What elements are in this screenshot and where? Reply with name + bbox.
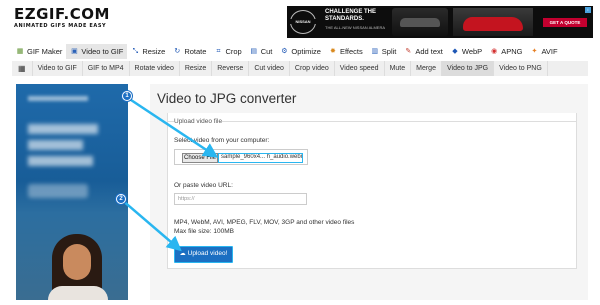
logo-text: EZGIF.COM xyxy=(14,5,110,23)
nav-label: Crop xyxy=(225,47,242,56)
avif-icon: ✦ xyxy=(531,47,538,55)
upload-cloud-icon: ☁ xyxy=(179,251,186,257)
side-ad-text-blurred xyxy=(28,96,88,101)
resize-icon: ⤡ xyxy=(132,47,139,55)
tab-resize[interactable]: Resize xyxy=(180,61,213,76)
nav-add-text[interactable]: ✎ Add text xyxy=(400,44,447,59)
gif-maker-icon: ▦ xyxy=(16,47,24,55)
page-title: Video to JPG converter xyxy=(157,91,297,106)
tab-reverse[interactable]: Reverse xyxy=(212,61,250,76)
side-ad-button-blurred xyxy=(28,184,88,198)
nav-avif[interactable]: ✦ AVIF xyxy=(526,44,561,59)
tab-cut-video[interactable]: Cut video xyxy=(249,61,290,76)
tab-merge[interactable]: Merge xyxy=(411,61,442,76)
upload-legend: Upload video file xyxy=(174,118,223,125)
ad-get-quote-button[interactable]: GET A QUOTE xyxy=(543,18,587,27)
ad-car-image xyxy=(453,8,533,36)
side-ad-heading-blurred xyxy=(28,140,83,150)
tab-mute[interactable]: Mute xyxy=(385,61,412,76)
cut-icon: ▤ xyxy=(250,47,258,55)
tab-video-speed[interactable]: Video speed xyxy=(335,61,385,76)
nav-label: Rotate xyxy=(184,47,207,56)
side-ad[interactable] xyxy=(16,84,128,300)
webp-icon: ◆ xyxy=(452,47,458,55)
tab-video-to-gif[interactable]: Video to GIF xyxy=(33,61,83,76)
ad-brand-label: NISSAN xyxy=(290,19,316,24)
nav-label: Cut xyxy=(260,47,273,56)
nav-split[interactable]: ▥ Split xyxy=(367,44,401,59)
nav-effects[interactable]: ✸ Effects xyxy=(325,44,367,59)
nav-label: APNG xyxy=(501,47,523,56)
effects-icon: ✸ xyxy=(330,47,336,55)
nav-rotate[interactable]: ↻ Rotate xyxy=(169,44,210,59)
nav-label: GIF Maker xyxy=(27,47,63,56)
banner-ad[interactable]: NISSAN CHALLENGE THE STANDARDS. THE ALL-… xyxy=(287,6,593,38)
selected-file-name: sample_960x4... h_audio.webm xyxy=(218,153,303,163)
header: EZGIF.COM ANIMATED GIFS MADE EASY NISSAN… xyxy=(0,0,600,42)
nav-webp[interactable]: ◆ WebP xyxy=(447,44,486,59)
tab-video-to-png[interactable]: Video to PNG xyxy=(494,61,548,76)
nav-label: Add text xyxy=(415,47,443,56)
logo-tagline: ANIMATED GIFS MADE EASY xyxy=(14,23,107,29)
upload-button-label: Upload video! xyxy=(187,250,228,257)
ad-subline: THE ALL-NEW NISSAN ALMERA xyxy=(325,25,386,30)
paste-url-label: Or paste video URL: xyxy=(174,182,233,189)
nav-label: Optimize xyxy=(291,47,321,56)
choose-file-button[interactable]: Choose File xyxy=(182,153,218,163)
rotate-icon: ↻ xyxy=(174,47,181,55)
tab-rotate-video[interactable]: Rotate video xyxy=(130,61,180,76)
add-text-icon: ✎ xyxy=(405,47,412,55)
nav-video-to-gif[interactable]: ▣ Video to GIF xyxy=(66,44,128,59)
select-file-label: Select video from your computer: xyxy=(174,137,270,144)
apng-icon: ◉ xyxy=(491,47,498,55)
panel-border-top xyxy=(167,121,577,122)
tab-gif-to-mp4[interactable]: GIF to MP4 xyxy=(83,61,130,76)
nav-label: Split xyxy=(381,47,397,56)
nav-gif-maker[interactable]: ▦ GIF Maker xyxy=(12,44,66,59)
upload-video-button[interactable]: ☁ Upload video! xyxy=(174,246,233,263)
max-file-size-text: Max file size: 100MB xyxy=(174,228,234,235)
ad-info-icon[interactable]: i xyxy=(585,7,591,13)
nav-label: WebP xyxy=(461,47,483,56)
nav-crop[interactable]: ⌗ Crop xyxy=(210,44,245,59)
ezgif-logo[interactable]: EZGIF.COM ANIMATED GIFS MADE EASY xyxy=(14,5,110,30)
side-ad-person-image xyxy=(44,234,114,300)
ad-headline: CHALLENGE THE STANDARDS. xyxy=(325,9,376,22)
nav-label: Video to GIF xyxy=(81,47,124,56)
supported-formats-text: MP4, WebM, AVI, MPEG, FLV, MOV, 3GP and … xyxy=(174,219,355,226)
callout-step-1: 1 xyxy=(122,91,132,101)
video-to-gif-icon: ▣ xyxy=(71,47,78,55)
video-url-input[interactable]: https:// xyxy=(174,193,307,205)
tab-crop-video[interactable]: Crop video xyxy=(290,61,335,76)
film-strip-icon: ▦ xyxy=(12,61,33,76)
split-icon: ▥ xyxy=(371,47,379,55)
nav-optimize[interactable]: ⚙ Optimize xyxy=(276,44,325,59)
video-subnav: ▦ Video to GIF GIF to MP4 Rotate video Resi… xyxy=(12,61,588,76)
main-nav: ▦ GIF Maker ▣ Video to GIF ⤡ Resize ↻ Rotate ⌗ Cr… xyxy=(12,44,562,59)
nav-label: Effects xyxy=(339,47,363,56)
nav-cut[interactable]: ▤ Cut xyxy=(246,44,277,59)
nav-label: AVIF xyxy=(541,47,558,56)
tab-video-to-jpg[interactable]: Video to JPG xyxy=(441,61,495,76)
side-ad-heading-blurred xyxy=(28,124,98,134)
nav-resize[interactable]: ⤡ Resize xyxy=(127,44,169,59)
crop-icon: ⌗ xyxy=(216,47,221,55)
callout-step-2: 2 xyxy=(116,194,126,204)
side-ad-heading-blurred xyxy=(28,156,93,166)
nav-label: Resize xyxy=(142,47,166,56)
optimize-icon: ⚙ xyxy=(281,47,288,55)
nav-apng[interactable]: ◉ APNG xyxy=(486,44,526,59)
ad-car-interior-image xyxy=(392,8,448,36)
nissan-logo-icon: NISSAN xyxy=(290,10,316,34)
